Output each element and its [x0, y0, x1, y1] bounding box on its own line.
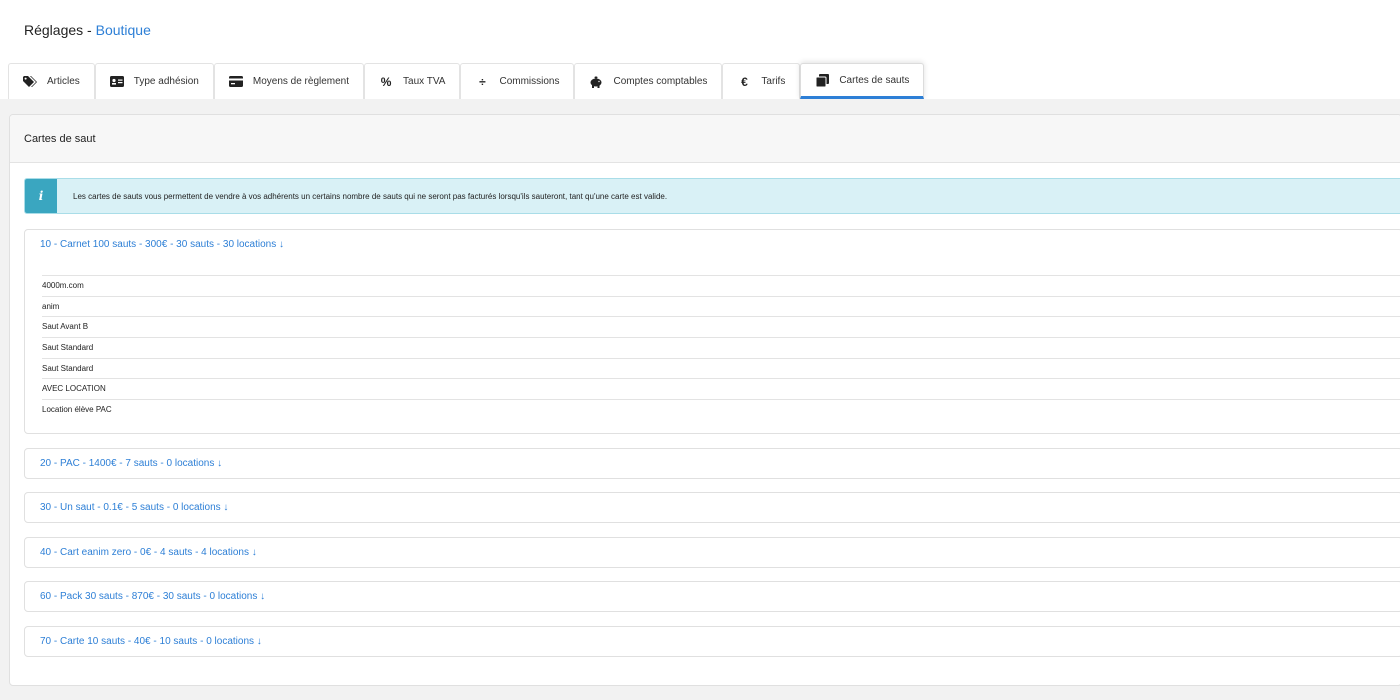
jump-card-panel: 30 - Un saut - 0.1€ - 5 sauts - 0 locati… — [24, 492, 1400, 523]
page-title-main: Réglages — [24, 22, 84, 38]
jump-card-panel: 10 - Carnet 100 sauts - 300€ - 30 sauts … — [24, 229, 1400, 434]
id-card-icon — [109, 75, 124, 89]
tab-taux-tva[interactable]: % Taux TVA — [364, 63, 461, 99]
jump-card-items: 4000m.com anim Saut Avant B Saut Standar… — [25, 259, 1400, 420]
euro-icon: € — [741, 74, 748, 89]
percent-icon: % — [380, 74, 392, 89]
tab-label: Type adhésion — [133, 76, 199, 87]
tab-cartes-de-sauts[interactable]: Cartes de sauts — [800, 63, 925, 99]
jump-card-title[interactable]: 20 - PAC - 1400€ - 7 sauts - 0 locations… — [25, 449, 1400, 478]
card-title: Cartes de saut — [10, 115, 1400, 163]
tab-tarifs[interactable]: € Tarifs — [722, 63, 801, 99]
cartes-de-saut-card: Cartes de saut i Les cartes de sauts vou… — [9, 114, 1400, 686]
list-item: Saut Avant B — [42, 316, 1400, 337]
tab-moyens-de-reglement[interactable]: Moyens de règlement — [213, 63, 365, 99]
jump-card-panel: 20 - PAC - 1400€ - 7 sauts - 0 locations… — [24, 448, 1400, 479]
list-item: 4000m.com — [42, 275, 1400, 296]
tab-label: Comptes comptables — [613, 76, 708, 87]
jump-card-panel: 70 - Carte 10 sauts - 40€ - 10 sauts - 0… — [24, 626, 1400, 657]
jump-card-panel: 60 - Pack 30 sauts - 870€ - 30 sauts - 0… — [24, 581, 1400, 612]
settings-tabs: Articles Type adhésion Moyens de règleme… — [8, 63, 1400, 99]
tab-commissions[interactable]: ÷ Commissions — [460, 63, 575, 99]
divide-icon: ÷ — [479, 74, 486, 89]
jump-card-title[interactable]: 30 - Un saut - 0.1€ - 5 sauts - 0 locati… — [25, 493, 1400, 522]
tab-label: Tarifs — [761, 76, 786, 87]
jump-card-title[interactable]: 40 - Cart eanim zero - 0€ - 4 sauts - 4 … — [25, 538, 1400, 567]
page-title: Réglages - Boutique — [24, 22, 151, 38]
info-alert: i Les cartes de sauts vous permettent de… — [24, 178, 1400, 214]
tab-type-adhesion[interactable]: Type adhésion — [94, 63, 214, 99]
info-alert-text: Les cartes de sauts vous permettent de v… — [73, 191, 668, 201]
list-item: Saut Standard — [42, 357, 1400, 379]
tab-label: Taux TVA — [403, 76, 446, 87]
tab-label: Cartes de sauts — [839, 74, 910, 86]
tab-comptes-comptables[interactable]: Comptes comptables — [574, 63, 723, 99]
tab-label: Articles — [47, 76, 80, 87]
credit-card-icon — [228, 75, 243, 89]
jump-card-title[interactable]: 60 - Pack 30 sauts - 870€ - 30 sauts - 0… — [25, 582, 1400, 611]
jump-card-title[interactable]: 70 - Carte 10 sauts - 40€ - 10 sauts - 0… — [25, 627, 1400, 656]
clone-icon — [815, 73, 829, 87]
jump-card-panel: 40 - Cart eanim zero - 0€ - 4 sauts - 4 … — [24, 537, 1400, 568]
tab-articles[interactable]: Articles — [8, 63, 95, 99]
tags-icon — [23, 75, 37, 89]
list-item: Saut Standard — [42, 337, 1400, 358]
list-item: anim — [42, 295, 1400, 317]
list-item: AVEC LOCATION — [42, 378, 1400, 399]
breadcrumb-boutique-link[interactable]: Boutique — [96, 22, 151, 38]
tab-label: Commissions — [499, 76, 560, 87]
list-item: Location élève PAC — [42, 399, 1400, 420]
info-icon: i — [25, 179, 57, 213]
piggy-bank-icon — [589, 75, 603, 89]
tab-label: Moyens de règlement — [252, 76, 350, 87]
jump-card-title[interactable]: 10 - Carnet 100 sauts - 300€ - 30 sauts … — [25, 230, 1400, 259]
